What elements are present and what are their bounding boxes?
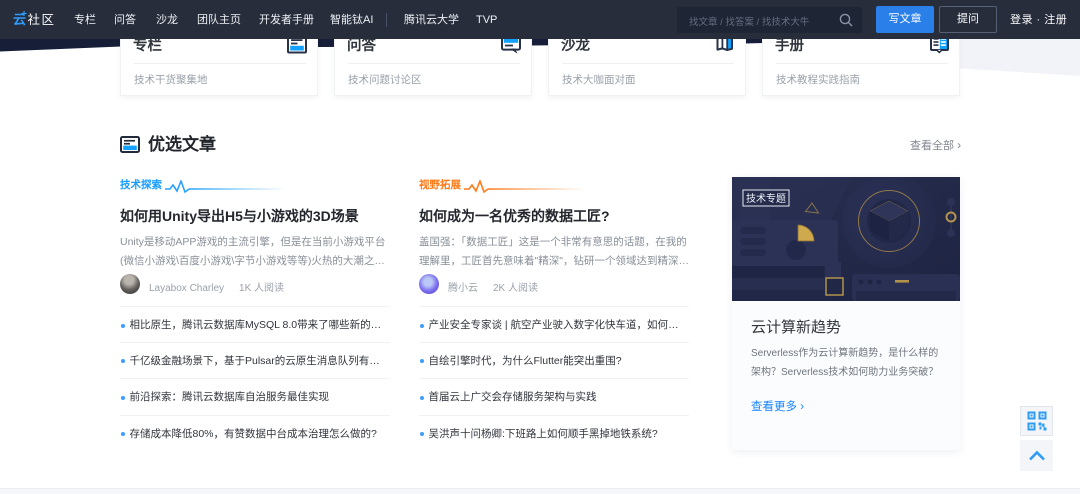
svg-text:技术专题: 技术专题 bbox=[746, 192, 786, 205]
